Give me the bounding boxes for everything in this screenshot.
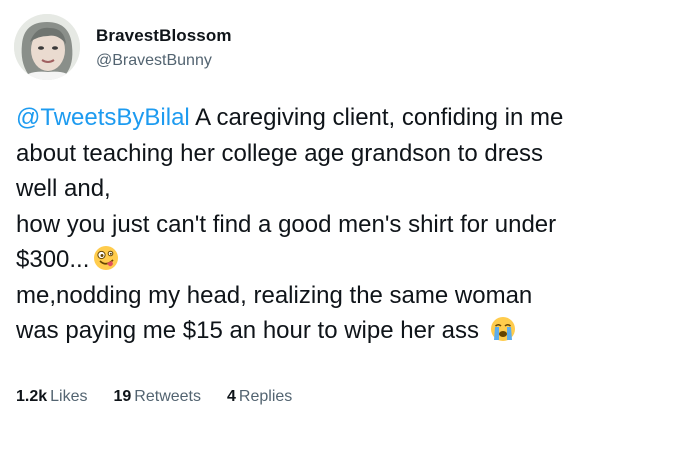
author-handle[interactable]: @BravestBunny	[96, 52, 212, 70]
tweet-stats: 1.2k Likes 19 Retweets 4 Replies	[16, 388, 292, 406]
avatar[interactable]	[14, 14, 80, 80]
loudly-crying-face-icon	[490, 316, 516, 342]
mention-link[interactable]: @TweetsByBilal	[16, 104, 190, 131]
zany-face-icon	[93, 245, 119, 271]
tweet-line-text: A caregiving client, confiding in me	[189, 104, 564, 131]
tweet-line-text: $300...	[16, 246, 90, 273]
tweet-line: about teaching her college age grandson …	[16, 139, 544, 167]
tweet-body: @TweetsByBilal A caregiving client, conf…	[16, 100, 692, 349]
likes-count: 1.2k	[16, 388, 48, 405]
replies-count: 4	[227, 388, 236, 405]
likes-stat[interactable]: 1.2k Likes	[16, 388, 88, 406]
retweets-count: 19	[113, 388, 132, 405]
tweet-line: how you just can't find a good men's shi…	[16, 210, 557, 238]
likes-label: Likes	[50, 388, 88, 405]
tweet-line: was paying me $15 an hour to wipe her as…	[16, 313, 692, 349]
tweet-line: $300...	[16, 242, 692, 278]
retweets-label: Retweets	[134, 388, 201, 405]
retweets-stat[interactable]: 19 Retweets	[114, 388, 202, 406]
tweet-line: well and,	[16, 175, 111, 202]
tweet-line-text: was paying me $15 an hour to wipe her as…	[16, 317, 479, 344]
avatar-photo	[14, 14, 80, 80]
tweet-line: me,nodding my head, realizing the same w…	[16, 281, 533, 309]
tweet-line: @TweetsByBilal A caregiving client, conf…	[16, 100, 692, 136]
replies-label: Replies	[238, 388, 293, 405]
replies-stat[interactable]: 4 Replies	[227, 388, 292, 406]
author-display-name[interactable]: BravestBlossom	[96, 26, 232, 46]
